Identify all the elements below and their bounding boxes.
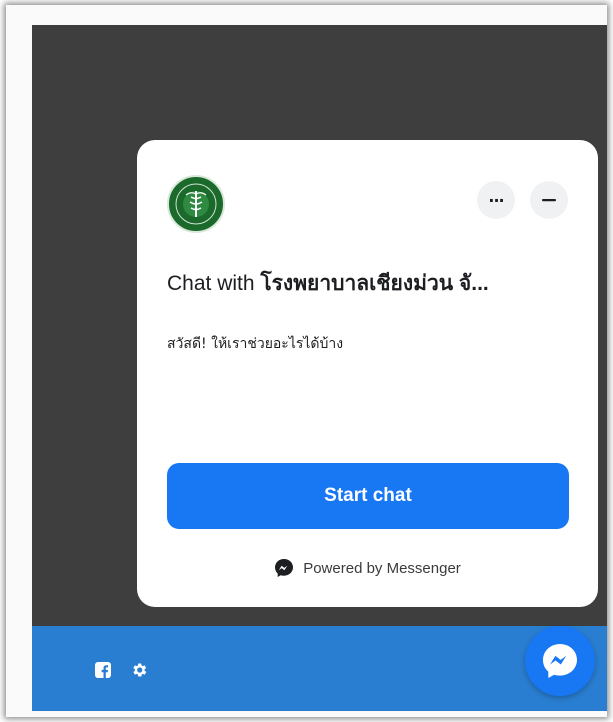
- gear-icon[interactable]: [130, 661, 148, 679]
- chat-welcome-card: ··· Chat with โรงพยาบาลเชียงม่วน จั... ส…: [137, 140, 598, 607]
- hospital-logo: [167, 175, 225, 233]
- powered-by-label: Powered by Messenger: [303, 559, 461, 577]
- minimize-button[interactable]: [530, 181, 568, 219]
- messenger-icon: [275, 559, 294, 577]
- more-options-button[interactable]: ···: [477, 181, 515, 219]
- screenshot-frame: ··· Chat with โรงพยาบาลเชียงม่วน จั... ส…: [6, 5, 607, 717]
- start-chat-button[interactable]: Start chat: [167, 463, 569, 529]
- powered-by-messenger: Powered by Messenger: [137, 558, 598, 578]
- more-options-icon: ···: [488, 190, 504, 210]
- facebook-icon[interactable]: [94, 661, 112, 679]
- chat-title-page-name: โรงพยาบาลเชียงม่วน จั...: [260, 272, 489, 295]
- chat-title: Chat with โรงพยาบาลเชียงม่วน จั...: [167, 267, 577, 300]
- greeting-message: สวัสดี! ให้เราช่วยอะไรได้บ้าง: [167, 336, 344, 352]
- minus-icon: [542, 199, 556, 202]
- messenger-icon: [543, 644, 577, 678]
- footer-bar: [32, 626, 607, 711]
- chat-title-prefix: Chat with: [167, 272, 261, 295]
- messenger-chat-button[interactable]: [525, 626, 595, 696]
